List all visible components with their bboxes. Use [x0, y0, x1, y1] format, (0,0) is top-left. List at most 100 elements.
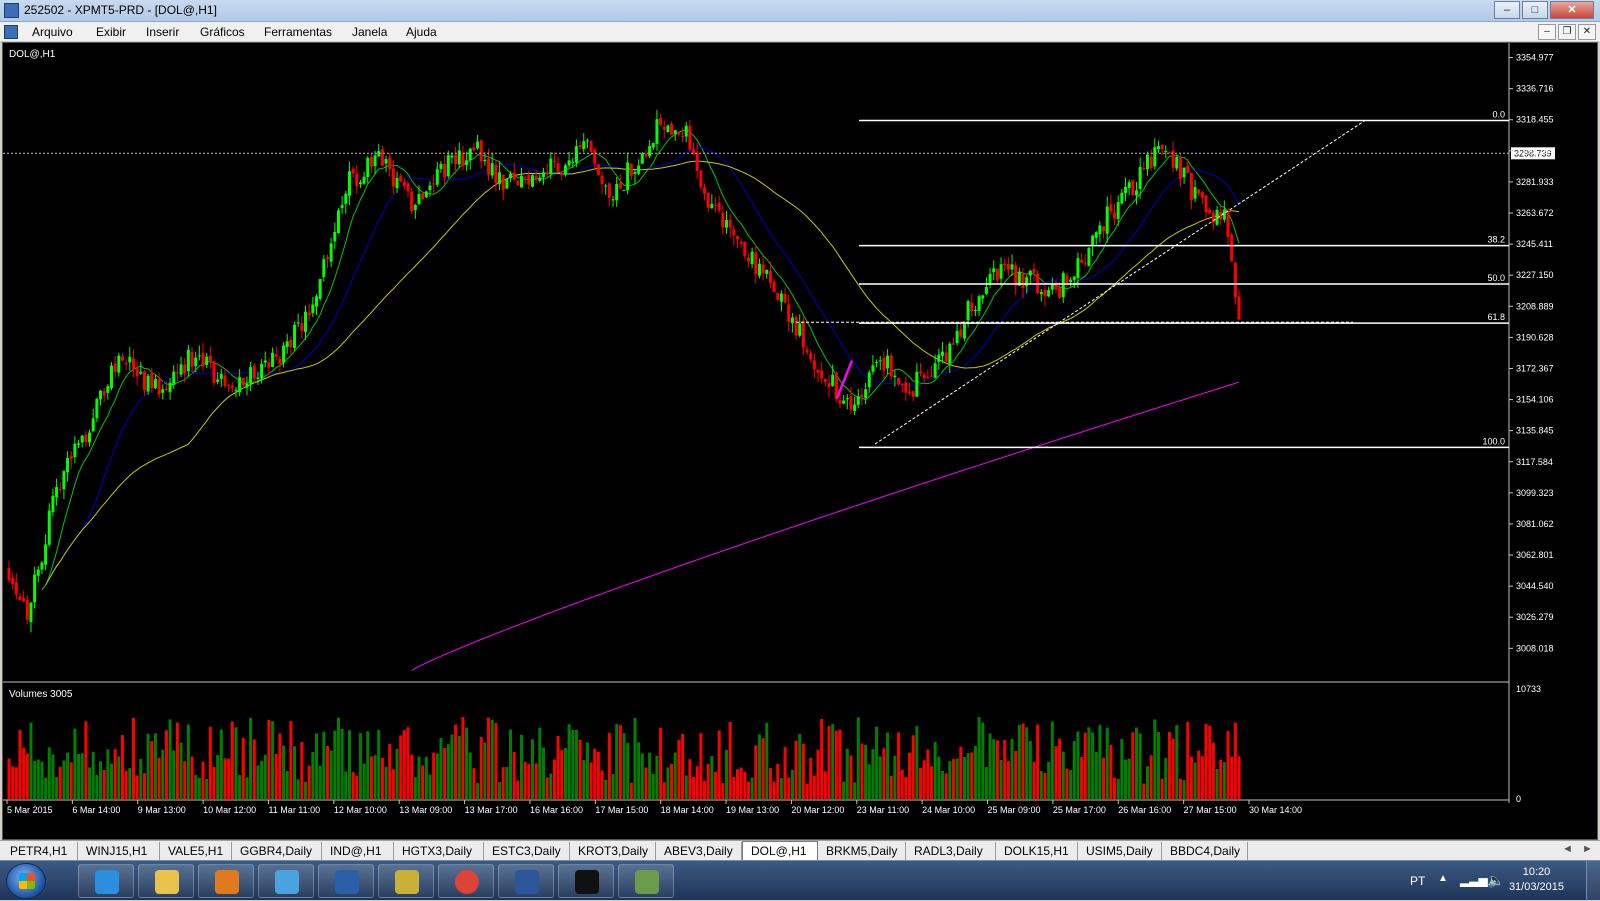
- chart-tab[interactable]: BBDC4,Daily: [1162, 842, 1248, 860]
- volume-bar: [893, 755, 897, 799]
- time-tick-label: 5 Mar 2015: [7, 805, 53, 815]
- volume-bar: [498, 781, 502, 799]
- taskbar-app-chrome[interactable]: [438, 864, 494, 898]
- volume-icon[interactable]: 🔈: [1487, 872, 1504, 889]
- candle-body: [194, 357, 198, 366]
- chart-tab[interactable]: BRKM5,Daily: [818, 842, 906, 860]
- chart-tab[interactable]: ESTC3,Daily: [484, 842, 570, 860]
- chart-tab[interactable]: VALE5,H1: [160, 842, 232, 860]
- candle-body: [706, 192, 710, 208]
- candle-body: [717, 202, 721, 211]
- price-tick-label: 3154.106: [1516, 395, 1554, 405]
- volume-bar: [809, 757, 813, 799]
- tab-prev-icon[interactable]: ◄: [1562, 843, 1573, 855]
- price-chart[interactable]: 3298.7390.038.250.061.8100.0 3354.977333…: [3, 43, 1599, 841]
- chart-tab[interactable]: GGBR4,Daily: [232, 842, 322, 860]
- taskbar-app-xp-trading[interactable]: [558, 864, 614, 898]
- candle-body: [509, 173, 513, 179]
- volume-bar: [944, 773, 948, 799]
- chart-close-button[interactable]: ✕: [1578, 24, 1596, 40]
- taskbar-app-hp-utility[interactable]: [318, 864, 374, 898]
- volume-bar: [347, 730, 351, 799]
- volume-bar: [988, 733, 992, 799]
- volume-bar: [523, 761, 527, 799]
- volume-bar: [1135, 727, 1138, 799]
- network-icon[interactable]: ▂▃▅: [1460, 873, 1488, 887]
- clock[interactable]: 10:20 31/03/2015: [1509, 865, 1564, 895]
- candle-body: [168, 382, 172, 393]
- chart-tab[interactable]: PETR4,H1: [2, 842, 78, 860]
- chart-minimize-button[interactable]: –: [1538, 24, 1556, 40]
- close-button[interactable]: ✕: [1550, 1, 1594, 19]
- chart-tab[interactable]: DOLK15,H1: [996, 842, 1078, 860]
- candle-body: [106, 386, 110, 393]
- volume-bar: [940, 770, 944, 799]
- volume-bar: [91, 751, 95, 799]
- chart-tab[interactable]: WINJ15,H1: [78, 842, 160, 860]
- chart-area[interactable]: 3298.739 0.0 38.2 50.0 61.8 100.0 3354.977 333…: [2, 42, 1598, 840]
- candle-body: [1065, 275, 1069, 285]
- candle-body: [560, 172, 564, 175]
- menu-ajuda[interactable]: Ajuda: [406, 25, 437, 39]
- chart-tab[interactable]: HGTX3,Daily: [394, 842, 484, 860]
- start-button[interactable]: [6, 863, 46, 899]
- chart-tab[interactable]: KROT3,Daily: [570, 842, 656, 860]
- candle-body: [794, 317, 798, 336]
- taskbar-app-metatrader[interactable]: [618, 864, 674, 898]
- menu-graficos[interactable]: Gráficos: [200, 25, 245, 39]
- language-indicator[interactable]: PT: [1410, 874, 1425, 888]
- volume-bar: [779, 778, 783, 799]
- menu-janela[interactable]: Janela: [352, 25, 387, 39]
- taskbar-app-media-player[interactable]: [198, 864, 254, 898]
- taskbar-app-remote-app[interactable]: [258, 864, 314, 898]
- tray-arrow-icon[interactable]: ▲: [1438, 873, 1448, 884]
- candle-body: [886, 355, 890, 369]
- chart-tab[interactable]: DOL@,H1: [742, 841, 818, 861]
- window-title: 252502 - XPMT5-PRD - [DOL@,H1]: [24, 3, 217, 17]
- taskbar-app-archive-tool[interactable]: [378, 864, 434, 898]
- candle-body: [900, 383, 904, 385]
- volume-bar: [1014, 750, 1018, 799]
- title-bar: 252502 - XPMT5-PRD - [DOL@,H1] – □ ✕: [0, 0, 1600, 22]
- candle-body: [600, 175, 604, 185]
- file-explorer-icon: [155, 870, 179, 894]
- candle-body: [446, 155, 450, 177]
- chart-restore-button[interactable]: ❐: [1558, 24, 1576, 40]
- volume-bar: [984, 766, 988, 799]
- candle-body: [966, 301, 970, 321]
- candle-body: [69, 455, 73, 460]
- symbol-label: DOL@,H1: [9, 49, 56, 60]
- volume-bar: [450, 734, 454, 799]
- menu-arquivo[interactable]: Arquivo: [32, 25, 73, 39]
- chart-tab[interactable]: ABEV3,Daily: [656, 842, 742, 860]
- candle-body: [293, 325, 297, 348]
- candle-body: [695, 152, 699, 171]
- volume-bar: [1167, 731, 1171, 799]
- chart-tab[interactable]: RADL3,Daily: [906, 842, 996, 860]
- chart-tab[interactable]: USIM5,Daily: [1078, 842, 1162, 860]
- time-tick-label: 10 Mar 12:00: [203, 805, 256, 815]
- candle-body: [659, 118, 663, 125]
- volume-bar: [340, 728, 344, 799]
- volume-bar: [179, 742, 183, 799]
- menu-inserir[interactable]: Inserir: [146, 25, 179, 39]
- taskbar-app-file-explorer[interactable]: [138, 864, 194, 898]
- show-desktop-button[interactable]: [1586, 861, 1600, 901]
- candle-body: [582, 141, 586, 150]
- taskbar-app-word[interactable]: [498, 864, 554, 898]
- candle-body: [728, 219, 732, 228]
- fib-level-label: 50.0: [1487, 273, 1505, 283]
- volume-bar: [970, 752, 974, 799]
- maximize-button[interactable]: □: [1522, 1, 1548, 19]
- time-tick-label: 11 Mar 11:00: [268, 805, 320, 815]
- volume-bar: [483, 742, 487, 799]
- chart-tab[interactable]: IND@,H1: [322, 842, 394, 860]
- candle-body: [304, 311, 308, 332]
- chart-window-icon[interactable]: [4, 25, 18, 39]
- menu-exibir[interactable]: Exibir: [96, 25, 126, 39]
- candle-body: [919, 371, 923, 374]
- taskbar-app-internet-explorer[interactable]: [78, 864, 134, 898]
- menu-ferramentas[interactable]: Ferramentas: [264, 25, 332, 39]
- tab-next-icon[interactable]: ►: [1582, 843, 1593, 855]
- minimize-button[interactable]: –: [1494, 1, 1520, 19]
